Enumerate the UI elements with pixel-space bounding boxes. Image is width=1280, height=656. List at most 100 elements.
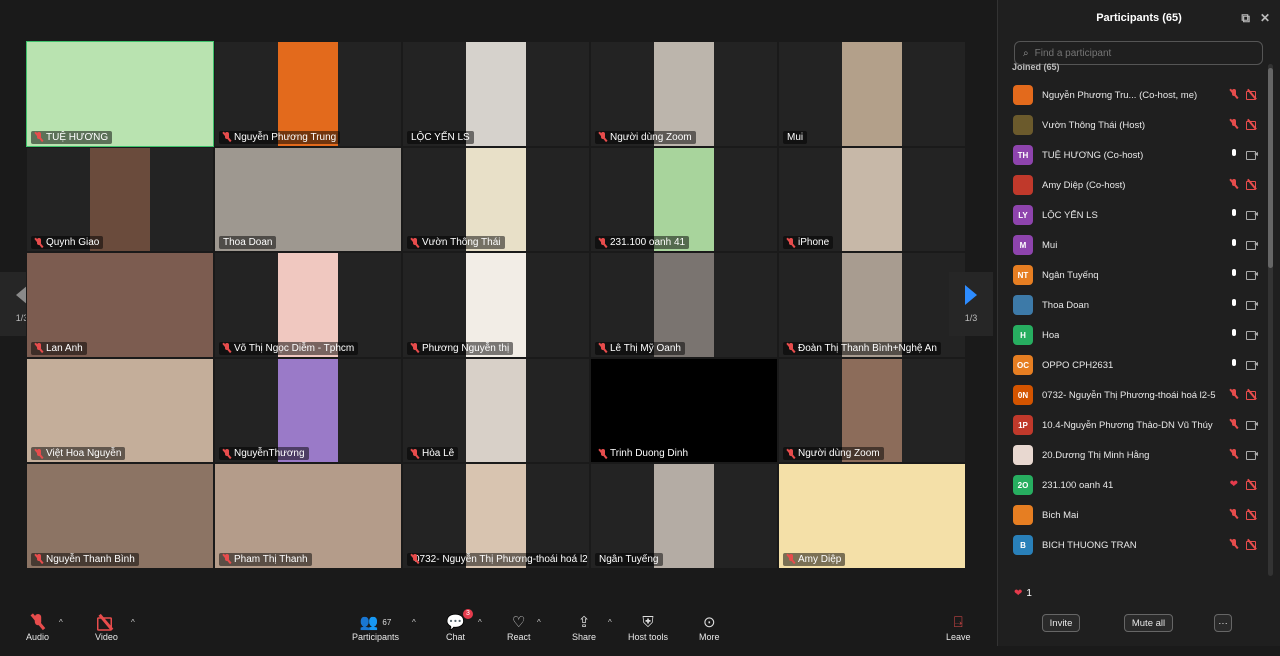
camera-icon[interactable] xyxy=(1246,210,1258,220)
audio-button[interactable]: Audio xyxy=(26,612,49,642)
participant-row[interactable]: Amy Diệp (Co-host) xyxy=(998,170,1266,200)
camera-off-icon[interactable] xyxy=(1246,510,1258,520)
camera-icon[interactable] xyxy=(1246,300,1258,310)
host-tools-button[interactable]: ⛨ Host tools xyxy=(628,612,668,643)
video-tile[interactable]: Đoàn Thị Thanh Bình+Nghệ An xyxy=(778,252,966,358)
video-tile[interactable]: Người dùng Zoom xyxy=(778,357,966,464)
video-tile[interactable]: Nguyễn Thanh Bình xyxy=(26,463,214,569)
video-tile[interactable]: Nguyễn Phương Trung xyxy=(214,41,402,147)
video-tile[interactable]: iPhone xyxy=(778,146,966,253)
participant-row[interactable]: Vườn Thông Thái (Host) xyxy=(998,110,1266,140)
camera-icon[interactable] xyxy=(1246,450,1258,460)
more-options-button[interactable]: ··· xyxy=(1214,614,1232,632)
camera-off-icon[interactable] xyxy=(1246,90,1258,100)
share-button[interactable]: ⇪ Share xyxy=(572,612,596,642)
video-tile[interactable]: Thoa Doan xyxy=(214,146,402,253)
microphone-muted-icon[interactable] xyxy=(1230,119,1238,129)
camera-icon[interactable] xyxy=(1246,420,1258,430)
video-tile[interactable]: Vườn Thông Thái xyxy=(402,146,590,253)
video-tile[interactable]: TUỆ HƯƠNG xyxy=(26,41,214,147)
camera-off-icon[interactable] xyxy=(1246,120,1258,130)
react-button[interactable]: ♡ React xyxy=(507,612,531,642)
microphone-icon[interactable] xyxy=(1230,209,1238,219)
participant-row[interactable]: Nguyễn Phương Tru... (Co-host, me) xyxy=(998,80,1266,110)
video-tile[interactable]: Ngân Tuyếng xyxy=(590,463,778,569)
microphone-icon[interactable] xyxy=(1230,299,1238,309)
camera-off-icon[interactable] xyxy=(1246,390,1258,400)
participant-row[interactable]: 20.Dương Thị Minh Hằng xyxy=(998,440,1266,470)
close-icon[interactable]: ✕ xyxy=(1260,11,1270,26)
video-tile[interactable]: Phương Nguyễn thị xyxy=(402,252,590,358)
microphone-icon[interactable] xyxy=(1230,149,1238,159)
video-tile[interactable]: Việt Hoa Nguyễn xyxy=(26,357,214,464)
camera-icon[interactable] xyxy=(1246,270,1258,280)
avatar: TH xyxy=(1013,145,1033,165)
participant-row[interactable]: M Mui xyxy=(998,230,1266,260)
participant-row[interactable]: Bich Mai xyxy=(998,500,1266,530)
video-tile[interactable]: Võ Thị Ngọc Diễm - Tphcm xyxy=(214,252,402,358)
participant-row[interactable]: 1P 10.4-Nguyễn Phương Thảo-DN Vũ Thúy xyxy=(998,410,1266,440)
video-tile[interactable]: Người dùng Zoom xyxy=(590,41,778,147)
chat-options-chevron[interactable]: ^ xyxy=(478,618,482,627)
more-button[interactable]: ⊙ More xyxy=(699,612,720,642)
participant-row[interactable]: 0N 0732- Nguyễn Thị Phương-thoái hoá l2-5 xyxy=(998,380,1266,410)
microphone-muted-icon[interactable] xyxy=(1230,509,1238,519)
invite-button[interactable]: Invite xyxy=(1042,614,1080,632)
microphone-muted-icon[interactable] xyxy=(1230,389,1238,399)
participant-row[interactable]: LY LỘC YẾN LS xyxy=(998,200,1266,230)
microphone-muted-icon[interactable] xyxy=(1230,539,1238,549)
search-input[interactable] xyxy=(1034,47,1235,59)
microphone-muted-icon[interactable] xyxy=(1230,179,1238,189)
microphone-muted-icon[interactable] xyxy=(1230,419,1238,429)
next-page-button[interactable]: 1/3 xyxy=(949,272,993,336)
share-options-chevron[interactable]: ^ xyxy=(608,618,612,627)
video-button[interactable]: Video xyxy=(95,612,118,642)
camera-icon[interactable] xyxy=(1246,150,1258,160)
video-tile[interactable]: Mui xyxy=(778,41,966,147)
video-tile[interactable]: Lan Anh xyxy=(26,252,214,358)
participants-options-chevron[interactable]: ^ xyxy=(412,618,416,627)
camera-icon[interactable] xyxy=(1246,330,1258,340)
microphone-muted-icon[interactable] xyxy=(1230,449,1238,459)
participant-row[interactable]: OC OPPO CPH2631 xyxy=(998,350,1266,380)
participant-row[interactable]: NT Ngân Tuyếnq xyxy=(998,260,1266,290)
video-tile[interactable]: Amy Diệp xyxy=(778,463,966,569)
microphone-icon[interactable] xyxy=(1230,239,1238,249)
camera-icon[interactable] xyxy=(1246,360,1258,370)
participants-scrollbar[interactable] xyxy=(1268,64,1273,576)
popout-icon[interactable]: ⧉ xyxy=(1241,11,1250,26)
chat-button[interactable]: 💬 3 Chat xyxy=(446,609,473,642)
video-tile[interactable]: Trinh Duong Dinh xyxy=(590,357,778,464)
leave-button[interactable]: ⍈ Leave xyxy=(946,612,971,643)
camera-icon[interactable] xyxy=(1246,240,1258,250)
camera-off-icon[interactable] xyxy=(1246,480,1258,490)
video-tile[interactable]: NguyễnThương xyxy=(214,357,402,464)
participant-row[interactable]: 2O 231.100 oanh 41 ❤ xyxy=(998,470,1266,500)
audio-options-chevron[interactable]: ^ xyxy=(59,618,63,627)
video-tile[interactable]: 0732- Nguyễn Thị Phương-thoái hoá l2-5 xyxy=(402,463,590,569)
video-tile[interactable]: LỘC YẾN LS xyxy=(402,41,590,147)
microphone-muted-icon[interactable] xyxy=(1230,89,1238,99)
search-icon: ⌕ xyxy=(1023,47,1029,59)
participant-row[interactable]: H Hoa xyxy=(998,320,1266,350)
camera-off-icon[interactable] xyxy=(1246,540,1258,550)
participant-row[interactable]: B BICH THUONG TRAN xyxy=(998,530,1266,560)
video-feed xyxy=(842,42,902,146)
participants-button[interactable]: 👥 67 Participants xyxy=(352,612,399,642)
video-tile[interactable]: Quynh Giao xyxy=(26,146,214,253)
video-tile[interactable]: Pham Thị Thanh xyxy=(214,463,402,569)
heart-icon[interactable]: ❤ xyxy=(1230,479,1238,490)
video-options-chevron[interactable]: ^ xyxy=(131,618,135,627)
participant-row[interactable]: Thoa Doan xyxy=(998,290,1266,320)
video-tile[interactable]: 231.100 oanh 41 xyxy=(590,146,778,253)
video-tile[interactable]: Hòa Lê xyxy=(402,357,590,464)
participant-row[interactable]: TH TUỆ HƯƠNG (Co-host) xyxy=(998,140,1266,170)
react-options-chevron[interactable]: ^ xyxy=(537,618,541,627)
video-tile[interactable]: Lê Thị Mỹ Oanh xyxy=(590,252,778,358)
microphone-icon[interactable] xyxy=(1230,359,1238,369)
microphone-icon[interactable] xyxy=(1230,269,1238,279)
camera-off-icon[interactable] xyxy=(1246,180,1258,190)
mute-all-button[interactable]: Mute all xyxy=(1124,614,1173,632)
microphone-icon[interactable] xyxy=(1230,329,1238,339)
joined-section-header[interactable]: Joined (65) xyxy=(1012,62,1060,72)
